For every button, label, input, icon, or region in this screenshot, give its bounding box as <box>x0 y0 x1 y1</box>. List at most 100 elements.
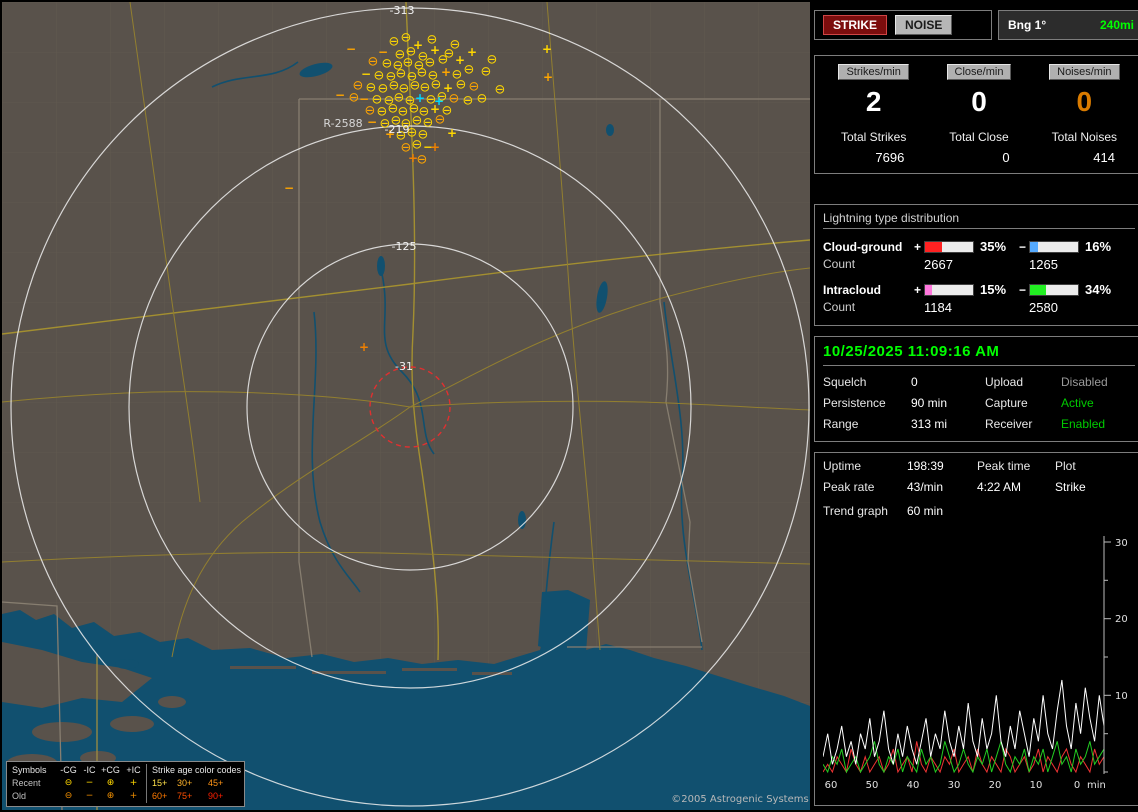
recent-pos-cg-icon: ⊕ <box>100 777 121 790</box>
y-tick-10: 10 <box>1115 691 1128 702</box>
recent-neg-cg-icon: ⊖ <box>58 777 79 790</box>
cg-plus-pct: 35% <box>976 239 1016 254</box>
trend-graph: 30 20 10 60 50 40 30 20 10 0 min <box>823 534 1135 799</box>
range-readout: 240mi <box>1100 18 1134 32</box>
total-strikes-value: 7696 <box>821 150 926 165</box>
trend-series-strikes <box>823 680 1104 764</box>
strike-symbol: − <box>284 181 294 195</box>
strike-symbol: ⊖ <box>349 91 360 106</box>
recent-neg-ic-icon: − <box>79 777 100 790</box>
strike-symbol: ⊖ <box>417 153 428 168</box>
capture-label: Capture <box>985 396 1061 410</box>
peak-rate-label: Peak rate <box>823 480 907 494</box>
strike-symbol: ⊖ <box>477 92 488 107</box>
old-neg-cg-icon: ⊖ <box>58 790 79 803</box>
plot-mode-value: Strike <box>1055 480 1135 494</box>
upload-label: Upload <box>985 375 1061 389</box>
x-tick-30: 30 <box>948 780 961 791</box>
strike-symbol: + <box>543 70 553 84</box>
distribution-title: Lightning type distribution <box>823 211 1135 229</box>
x-tick-40: 40 <box>907 780 920 791</box>
uptime-value: 198:39 <box>907 459 977 473</box>
strike-symbol: + <box>542 42 552 56</box>
age-90: 90+ <box>208 790 239 803</box>
ic-plus-pct: 15% <box>976 282 1016 297</box>
trend-traces <box>823 680 1104 772</box>
cg-plus-bar <box>924 241 974 253</box>
capture-status: Active <box>1061 396 1135 410</box>
map-legend: Symbols -CG -IC +CG +IC Strike age color… <box>6 761 245 807</box>
cloud-ground-label: Cloud-ground <box>823 240 911 254</box>
cloud-ground-row: Cloud-ground + 35% − 16% <box>823 239 1135 254</box>
strike-symbol: ⊖ <box>401 31 412 46</box>
strike-symbol: ⊖ <box>456 78 467 93</box>
strike-symbol: + <box>434 94 444 108</box>
bearing-range-box: Bng 1° 240mi <box>998 10 1138 40</box>
x-tick-20: 20 <box>989 780 1002 791</box>
close-per-min-header[interactable]: Close/min <box>947 64 1012 80</box>
y-tick-30: 30 <box>1115 538 1128 549</box>
trend-graph-window: 60 min <box>907 504 1135 518</box>
legend-col-pos-ic: +IC <box>121 764 146 777</box>
strikes-per-min-header[interactable]: Strikes/min <box>838 64 908 80</box>
strike-symbol: − <box>335 88 345 102</box>
strike-mode-button[interactable]: STRIKE <box>823 15 887 35</box>
trend-graph-label: Trend graph <box>823 504 907 518</box>
age-60: 60+ <box>146 790 177 803</box>
ring-label-125: -125 <box>392 240 417 253</box>
ring-label-313: -313 <box>390 4 415 17</box>
intracloud-count-row: Count 1184 2580 <box>823 300 1135 315</box>
ic-plus-count: 1184 <box>924 300 1029 315</box>
y-tick-20: 20 <box>1115 614 1128 625</box>
total-noises-label: Total Noises <box>1032 130 1137 148</box>
cloud-ground-count-row: Count 2667 1265 <box>823 257 1135 272</box>
peak-time-value: 4:22 AM <box>977 480 1055 494</box>
range-value: 313 mi <box>911 417 985 431</box>
strike-symbol: ⊖ <box>495 83 506 98</box>
x-tick-0: 0 <box>1074 780 1080 791</box>
strike-symbol: + <box>359 340 369 354</box>
stats-box: Uptime 198:39 Peak time Plot Peak rate 4… <box>814 452 1138 806</box>
cg-minus-count: 1265 <box>1029 257 1135 272</box>
strike-map[interactable]: ⊖⊖+⊖−⊖⊖⊖+⊖⊖⊖⊖⊖⊖⊖⊖⊖++−⊖⊖⊖⊖⊖⊖+⊖⊖⊖⊖⊖⊖⊖⊖⊖⊖⊖+… <box>2 2 810 810</box>
intracloud-label: Intracloud <box>823 283 911 297</box>
strikes-per-min-value: 2 <box>821 82 926 128</box>
ring-label-219: -219 <box>385 123 410 136</box>
strike-symbol: − <box>367 115 377 129</box>
rates-box: Strikes/min Close/min Noises/min 2 0 0 T… <box>814 55 1138 174</box>
legend-row-recent: Recent <box>12 777 58 790</box>
bearing-readout: Bng 1° <box>1008 18 1046 32</box>
strike-symbol: ⊖ <box>435 113 446 128</box>
age-30: 30+ <box>177 777 208 790</box>
strike-symbol: + <box>447 126 457 140</box>
cg-plus-count: 2667 <box>924 257 1029 272</box>
strike-symbol: + <box>467 45 477 59</box>
ic-minus-bar <box>1029 284 1079 296</box>
strike-symbol: + <box>441 65 451 79</box>
receiver-status: Enabled <box>1061 417 1135 431</box>
noises-per-min-header[interactable]: Noises/min <box>1049 64 1119 80</box>
squelch-label: Squelch <box>823 375 911 389</box>
noise-mode-button[interactable]: NOISE <box>895 15 952 35</box>
peak-rate-value: 43/min <box>907 480 977 494</box>
side-panel: STRIKE NOISE Bng 1° 240mi Strikes/min Cl… <box>812 0 1138 812</box>
peak-time-label: Peak time <box>977 459 1055 473</box>
datetime-display: 10/25/2025 11:09:16 AM <box>823 343 1135 366</box>
intracloud-row: Intracloud + 15% − 34% <box>823 282 1135 297</box>
trend-axis <box>1104 536 1111 774</box>
count-label: Count <box>823 257 924 272</box>
legend-col-pos-cg: +CG <box>100 764 121 777</box>
legend-age-header: Strike age color codes <box>146 764 239 777</box>
strike-symbol: ⊖ <box>487 53 498 68</box>
copyright-text: ©2005 Astrogenic Systems <box>671 794 808 805</box>
distribution-box: Lightning type distribution Cloud-ground… <box>814 204 1138 326</box>
plus-sign: + <box>911 283 924 297</box>
persistence-label: Persistence <box>823 396 911 410</box>
close-per-min-value: 0 <box>926 82 1031 128</box>
minus-sign: − <box>1016 240 1029 254</box>
x-tick-10: 10 <box>1030 780 1043 791</box>
ic-plus-bar <box>924 284 974 296</box>
strike-symbol: ⊖ <box>464 63 475 78</box>
plot-label: Plot <box>1055 459 1135 473</box>
map-area: ⊖⊖+⊖−⊖⊖⊖+⊖⊖⊖⊖⊖⊖⊖⊖⊖++−⊖⊖⊖⊖⊖⊖+⊖⊖⊖⊖⊖⊖⊖⊖⊖⊖⊖+… <box>0 0 812 812</box>
